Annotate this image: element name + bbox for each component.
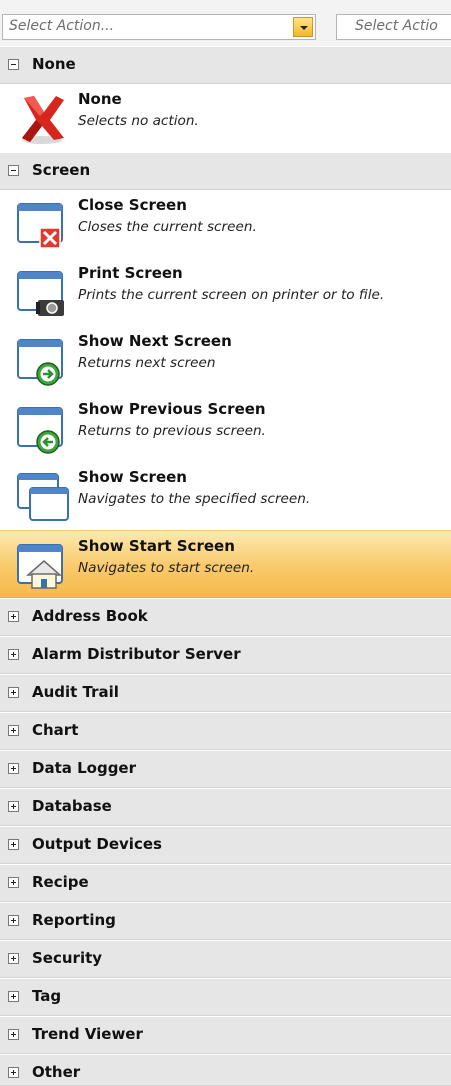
category-label: Data Logger xyxy=(32,759,136,777)
expand-icon[interactable] xyxy=(8,649,19,660)
category-tag[interactable]: Tag xyxy=(0,978,451,1016)
action-description: Returns next screen xyxy=(78,355,216,371)
action-item-show-start-screen[interactable]: Show Start Screen Navigates to start scr… xyxy=(0,530,451,598)
collapse-icon[interactable] xyxy=(8,59,19,70)
category-label: Audit Trail xyxy=(32,683,119,701)
expand-icon[interactable] xyxy=(8,725,19,736)
select-separator xyxy=(318,14,330,40)
action-title: Show Screen xyxy=(78,468,187,486)
expand-icon[interactable] xyxy=(8,839,19,850)
secondary-action-select[interactable]: Select Actio xyxy=(336,14,451,40)
category-label: Alarm Distributor Server xyxy=(32,645,241,663)
category-label: Tag xyxy=(32,987,62,1005)
category-database[interactable]: Database xyxy=(0,788,451,826)
action-title: Show Start Screen xyxy=(78,537,235,555)
action-select-bar: Select Action... Select Actio xyxy=(0,0,451,46)
category-audit-trail[interactable]: Audit Trail xyxy=(0,674,451,712)
category-trend-viewer[interactable]: Trend Viewer xyxy=(0,1016,451,1054)
action-title: Show Next Screen xyxy=(78,332,232,350)
category-security[interactable]: Security xyxy=(0,940,451,978)
expand-icon[interactable] xyxy=(8,877,19,888)
action-description: Navigates to the specified screen. xyxy=(78,491,311,507)
action-item-show-previous-screen[interactable]: Show Previous Screen Returns to previous… xyxy=(0,394,451,462)
action-item-none[interactable]: None Selects no action. xyxy=(0,84,451,152)
action-description: Returns to previous screen. xyxy=(78,423,266,439)
category-reporting[interactable]: Reporting xyxy=(0,902,451,940)
show-screen-icon xyxy=(17,473,69,521)
expand-icon[interactable] xyxy=(8,953,19,964)
expand-icon[interactable] xyxy=(8,991,19,1002)
close-screen-icon xyxy=(17,203,63,249)
category-label: Address Book xyxy=(32,607,148,625)
red-x-icon xyxy=(22,96,64,144)
category-screen[interactable]: Screen xyxy=(0,152,451,190)
action-item-show-screen[interactable]: Show Screen Navigates to the specified s… xyxy=(0,462,451,530)
action-title: None xyxy=(78,90,122,108)
home-screen-icon xyxy=(17,544,63,589)
category-none[interactable]: None xyxy=(0,46,451,84)
category-label: Screen xyxy=(32,161,91,179)
expand-icon[interactable] xyxy=(8,915,19,926)
expand-icon[interactable] xyxy=(8,611,19,622)
category-chart[interactable]: Chart xyxy=(0,712,451,750)
category-label: Security xyxy=(32,949,103,967)
previous-screen-icon xyxy=(17,407,63,454)
category-recipe[interactable]: Recipe xyxy=(0,864,451,902)
category-address-book[interactable]: Address Book xyxy=(0,598,451,636)
expand-icon[interactable] xyxy=(8,763,19,774)
expand-icon[interactable] xyxy=(8,1029,19,1040)
category-other[interactable]: Other xyxy=(0,1054,451,1086)
next-screen-icon xyxy=(17,339,63,386)
chevron-down-icon xyxy=(300,26,308,30)
dropdown-button[interactable] xyxy=(293,17,313,37)
category-label: Database xyxy=(32,797,112,815)
expand-icon[interactable] xyxy=(8,801,19,812)
category-label: None xyxy=(32,55,76,73)
category-label: Chart xyxy=(32,721,79,739)
action-title: Close Screen xyxy=(78,196,187,214)
expand-icon[interactable] xyxy=(8,687,19,698)
category-label: Output Devices xyxy=(32,835,162,853)
action-select[interactable]: Select Action... xyxy=(2,14,316,40)
category-label: Recipe xyxy=(32,873,89,891)
action-item-show-next-screen[interactable]: Show Next Screen Returns next screen xyxy=(0,326,451,394)
category-label: Trend Viewer xyxy=(32,1025,143,1043)
print-screen-icon xyxy=(17,271,64,316)
action-description: Selects no action. xyxy=(78,113,199,129)
action-title: Show Previous Screen xyxy=(78,400,266,418)
action-description: Navigates to start screen. xyxy=(78,560,255,576)
action-title: Print Screen xyxy=(78,264,183,282)
category-label: Other xyxy=(32,1063,81,1081)
category-alarm-distributor-server[interactable]: Alarm Distributor Server xyxy=(0,636,451,674)
action-description: Closes the current screen. xyxy=(78,219,257,235)
secondary-select-placeholder: Select Actio xyxy=(355,18,438,34)
category-label: Reporting xyxy=(32,911,116,929)
expand-icon[interactable] xyxy=(8,1067,19,1078)
action-description: Prints the current screen on printer or … xyxy=(78,287,385,303)
category-data-logger[interactable]: Data Logger xyxy=(0,750,451,788)
category-output-devices[interactable]: Output Devices xyxy=(0,826,451,864)
action-item-close-screen[interactable]: Close Screen Closes the current screen. xyxy=(0,190,451,258)
action-select-placeholder: Select Action... xyxy=(9,18,115,34)
collapse-icon[interactable] xyxy=(8,165,19,176)
action-item-print-screen[interactable]: Print Screen Prints the current screen o… xyxy=(0,258,451,326)
